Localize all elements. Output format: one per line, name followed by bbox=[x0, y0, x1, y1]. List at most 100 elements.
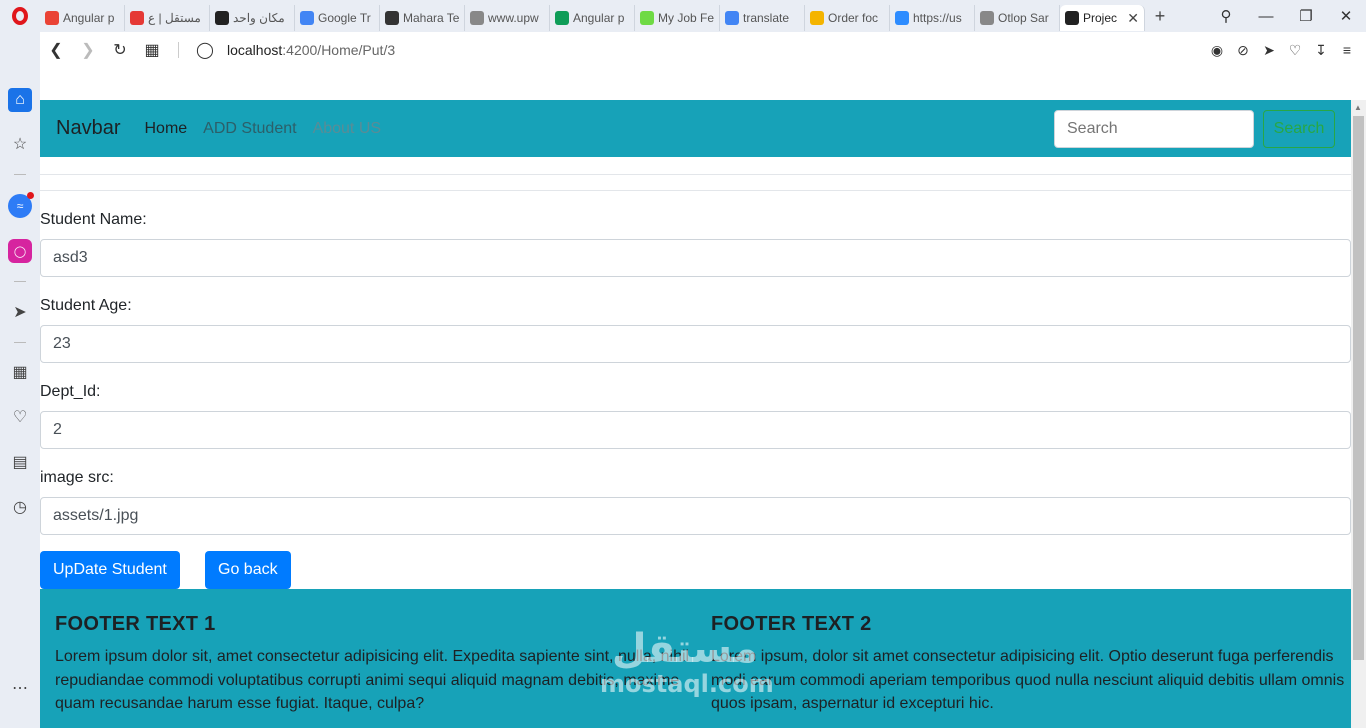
upwork-icon bbox=[640, 11, 654, 25]
browser-tab-label: مستقل | ع bbox=[148, 11, 201, 25]
footer-text-1: Lorem ipsum dolor sit, amet consectetur … bbox=[55, 648, 690, 712]
close-tab-icon[interactable]: ✕ bbox=[1127, 10, 1139, 27]
nav-link-home[interactable]: Home bbox=[144, 120, 187, 138]
browser-tab[interactable]: Google Tr bbox=[295, 5, 380, 31]
go-back-button[interactable]: Go back bbox=[205, 551, 291, 589]
camera-icon[interactable]: ◉ bbox=[1204, 42, 1230, 59]
url-path: :4200/Home/Put/3 bbox=[282, 42, 396, 58]
update-student-button[interactable]: UpDate Student bbox=[40, 551, 180, 589]
student-name-input[interactable] bbox=[40, 239, 1351, 277]
restore-icon[interactable]: ❐ bbox=[1286, 7, 1326, 25]
image-src-label: image src: bbox=[40, 469, 114, 486]
student-age-label: Student Age: bbox=[40, 297, 132, 314]
scroll-up-arrow-icon[interactable]: ▲ bbox=[1354, 103, 1362, 112]
opera-logo-icon bbox=[12, 7, 28, 25]
browser-tab-label: Otlop Sar bbox=[998, 11, 1049, 25]
search-button[interactable]: Search bbox=[1263, 109, 1335, 148]
messenger-icon[interactable]: ≈ bbox=[8, 192, 34, 218]
footer-title-1: FOOTER TEXT 1 bbox=[55, 613, 216, 635]
search-tabs-icon[interactable]: ⚲ bbox=[1206, 7, 1246, 25]
send-sidebar-icon[interactable]: ➤ bbox=[8, 300, 32, 324]
notification-dot bbox=[27, 192, 34, 199]
navbar-brand[interactable]: Navbar bbox=[56, 117, 120, 140]
nav-link-add-student[interactable]: ADD Student bbox=[203, 120, 296, 138]
browser-tab[interactable]: www.upw bbox=[465, 5, 550, 31]
home-icon[interactable]: ⌂ bbox=[8, 88, 32, 112]
apps-grid-icon[interactable]: ▦ bbox=[8, 360, 32, 384]
more-options-icon[interactable]: ⋯ bbox=[8, 676, 32, 700]
browser-tab[interactable]: مستقل | ع bbox=[125, 5, 210, 31]
news-icon[interactable]: ▤ bbox=[8, 450, 32, 474]
page-scrollbar[interactable]: ▲ bbox=[1351, 100, 1366, 728]
translate-icon bbox=[300, 11, 314, 25]
adblock-icon[interactable]: ⊘ bbox=[1230, 42, 1256, 59]
watermark-latin: mostaql.com bbox=[600, 670, 774, 698]
navbar: Navbar Home ADD Student About US Search bbox=[40, 100, 1351, 157]
browser-tab[interactable]: Angular p bbox=[40, 5, 125, 31]
dept-id-label: Dept_Id: bbox=[40, 383, 101, 400]
instagram-icon[interactable]: ◯ bbox=[8, 239, 32, 263]
address-bar: ❮ ❯ ↻ ▦ ◯ localhost:4200/Home/Put/3 ◉ ⊘ … bbox=[40, 32, 1366, 68]
dept-id-input[interactable] bbox=[40, 411, 1351, 449]
opera-menu-button[interactable] bbox=[0, 0, 40, 32]
browser-sidebar: ⌂ ☆ ≈ ◯ ➤ ▦ ♡ ▤ ◷ ⋯ bbox=[0, 32, 40, 728]
browser-tab-label: My Job Fe bbox=[658, 11, 714, 25]
browser-tab-label: Angular p bbox=[63, 11, 115, 25]
browser-tab[interactable]: Projec ✕ bbox=[1060, 5, 1145, 31]
nav-link-about-us[interactable]: About US bbox=[313, 120, 381, 138]
browser-tab[interactable]: Order foc bbox=[805, 5, 890, 31]
document-icon bbox=[470, 11, 484, 25]
order-icon bbox=[810, 11, 824, 25]
mostaql-icon bbox=[130, 11, 144, 25]
heart-sidebar-icon[interactable]: ♡ bbox=[8, 405, 32, 429]
browser-tab-label: www.upw bbox=[488, 11, 539, 25]
divider bbox=[40, 190, 1351, 191]
search-input[interactable] bbox=[1054, 109, 1254, 148]
browser-tab[interactable]: translate bbox=[720, 5, 805, 31]
footer-column-2: FOOTER TEXT 2 Lorem ipsum, dolor sit ame… bbox=[711, 613, 1351, 716]
browser-tab[interactable]: https://us bbox=[890, 5, 975, 31]
sidebar-divider bbox=[14, 342, 26, 343]
divider bbox=[40, 174, 1351, 175]
watermark-arabic: مستقل bbox=[611, 626, 759, 672]
heart-icon[interactable]: ♡ bbox=[1282, 42, 1308, 59]
zoom-icon bbox=[895, 11, 909, 25]
forward-icon[interactable]: ❯ bbox=[72, 40, 104, 60]
browser-tab-label: Angular p bbox=[573, 11, 625, 25]
new-tab-button[interactable]: + bbox=[1145, 6, 1175, 27]
student-name-label: Student Name: bbox=[40, 211, 147, 228]
browser-tab-label: Mahara Te bbox=[403, 11, 459, 25]
browser-tab[interactable]: Mahara Te bbox=[380, 5, 465, 31]
browser-tab[interactable]: مكان واحد bbox=[210, 5, 295, 31]
close-window-icon[interactable]: ✕ bbox=[1326, 7, 1366, 25]
star-icon[interactable]: ☆ bbox=[8, 132, 32, 156]
student-age-input[interactable] bbox=[40, 325, 1351, 363]
image-src-input[interactable] bbox=[40, 497, 1351, 535]
gmail-icon bbox=[45, 11, 59, 25]
easy-setup-icon[interactable]: ≡ bbox=[1334, 42, 1360, 59]
download-icon[interactable]: ↧ bbox=[1308, 42, 1334, 59]
drive-icon bbox=[555, 11, 569, 25]
browser-tab-label: Google Tr bbox=[318, 11, 371, 25]
sidebar-divider bbox=[14, 281, 26, 282]
browser-tab[interactable]: My Job Fe bbox=[635, 5, 720, 31]
history-clock-icon[interactable]: ◷ bbox=[8, 495, 32, 519]
browser-tab[interactable]: Angular p bbox=[550, 5, 635, 31]
browser-tab-label: translate bbox=[743, 11, 790, 25]
browser-tab[interactable]: Otlop Sar bbox=[975, 5, 1060, 31]
sidebar-divider bbox=[14, 174, 26, 175]
back-icon[interactable]: ❮ bbox=[40, 40, 72, 60]
browser-tab-label: Order foc bbox=[828, 11, 879, 25]
minimize-icon[interactable]: — bbox=[1246, 8, 1286, 25]
divider bbox=[178, 42, 179, 58]
url-field[interactable]: localhost:4200/Home/Put/3 bbox=[227, 42, 395, 58]
scrollbar-thumb[interactable] bbox=[1353, 116, 1364, 660]
tabs-grid-icon[interactable]: ▦ bbox=[136, 40, 168, 60]
mahara-icon bbox=[385, 11, 399, 25]
circle-icon bbox=[215, 11, 229, 25]
reload-icon[interactable]: ↻ bbox=[104, 40, 136, 60]
send-icon[interactable]: ➤ bbox=[1256, 42, 1282, 59]
browser-tab-label: مكان واحد bbox=[233, 11, 285, 25]
google-icon bbox=[725, 11, 739, 25]
angular-icon bbox=[1065, 11, 1079, 25]
